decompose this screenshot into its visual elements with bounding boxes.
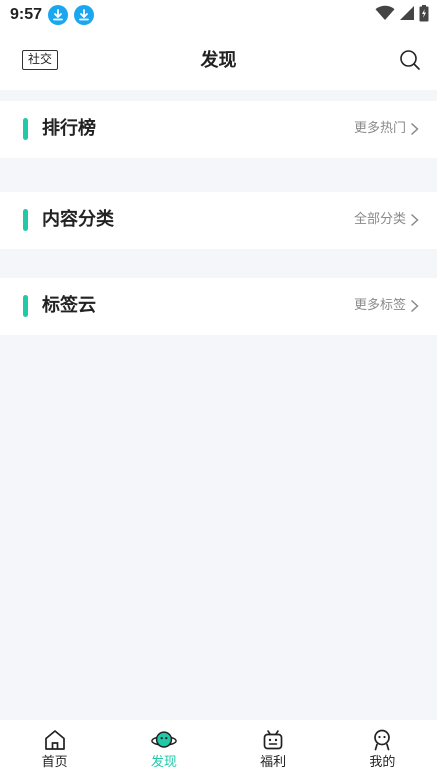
download-icon [74, 5, 95, 25]
tab-discover[interactable]: 发现 [109, 720, 218, 777]
wifi-icon [375, 5, 395, 25]
more-hot-link[interactable]: 更多热门 [354, 119, 419, 139]
section-ranking: 排行榜 更多热门 [0, 101, 437, 158]
top-header: 社交 发现 [0, 30, 437, 90]
section-categories: 内容分类 全部分类 [0, 192, 437, 249]
all-categories-link[interactable]: 全部分类 [354, 210, 419, 230]
more-tags-link[interactable]: 更多标签 [354, 296, 419, 316]
status-time: 9:57 [10, 6, 43, 23]
accent-bar [23, 118, 28, 140]
search-icon[interactable] [398, 48, 422, 72]
tab-home[interactable]: 首页 [0, 720, 109, 777]
more-label: 全部分类 [353, 212, 406, 227]
section-title: 内容分类 [42, 209, 114, 230]
chevron-right-icon [410, 122, 419, 136]
section-tag-cloud: 标签云 更多标签 [0, 278, 437, 335]
tab-label: 我的 [369, 755, 396, 770]
status-bar: 9:57 [0, 0, 437, 30]
signal-icon [399, 5, 415, 25]
accent-bar [23, 209, 28, 231]
tab-label: 首页 [41, 755, 68, 770]
battery-icon [419, 4, 429, 26]
tab-label: 发现 [150, 755, 177, 770]
page-title: 发现 [200, 50, 237, 71]
home-icon [42, 727, 68, 753]
more-label: 更多热门 [353, 121, 406, 136]
tab-label: 福利 [260, 755, 287, 770]
tab-mine[interactable]: 我的 [328, 720, 437, 777]
tab-welfare[interactable]: 福利 [219, 720, 328, 777]
section-title: 排行榜 [42, 118, 96, 139]
person-icon [369, 727, 395, 753]
accent-bar [23, 295, 28, 317]
more-label: 更多标签 [353, 298, 406, 313]
chevron-right-icon [410, 213, 419, 227]
bottom-tab-bar: 首页 发现 福利 我的 [0, 720, 437, 777]
download-icon [48, 5, 69, 25]
gift-robot-icon [260, 727, 286, 753]
chevron-right-icon [410, 299, 419, 313]
planet-icon [151, 727, 177, 753]
section-title: 标签云 [42, 295, 96, 316]
